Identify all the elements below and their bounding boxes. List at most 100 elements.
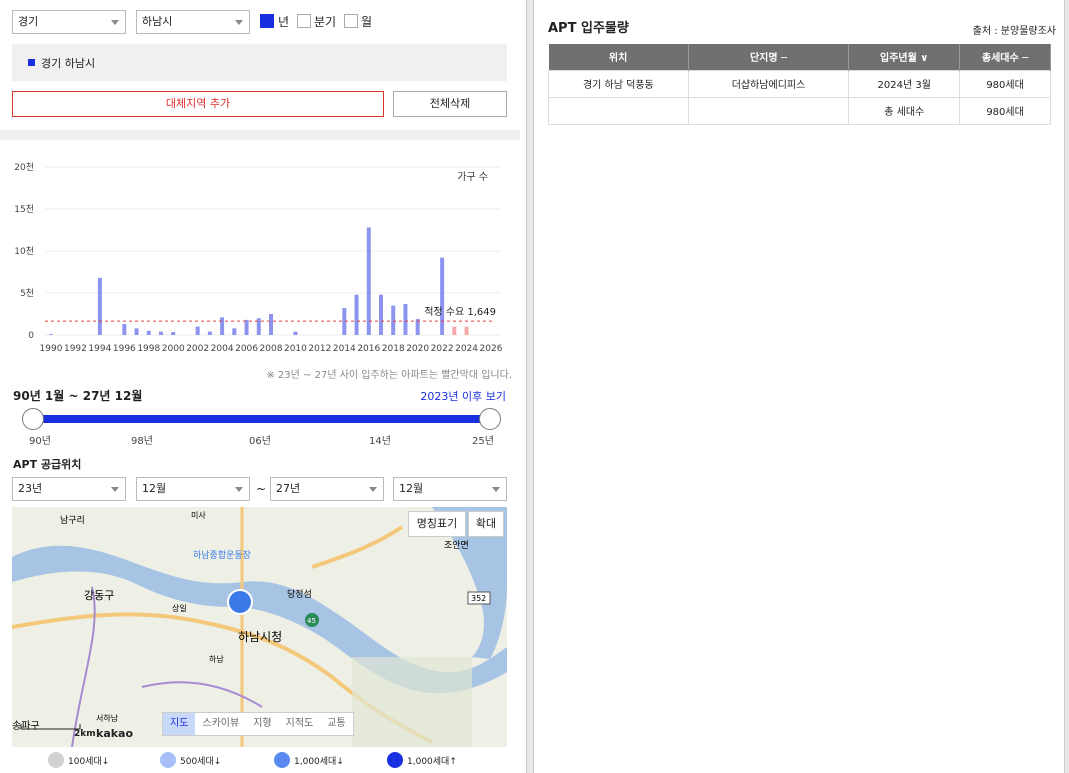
road-badge-label: 352: [471, 594, 486, 603]
region-color-square-icon: [28, 59, 35, 66]
column-complex[interactable]: 단지명 ─: [688, 44, 850, 70]
from-year-value: 23년: [18, 482, 43, 495]
x-tick-label: 2026: [480, 344, 503, 354]
bar: [269, 314, 273, 335]
range-end-handle[interactable]: [479, 408, 501, 430]
right-panel: APT 입주물량 출처 : 분양물량조사 위치 단지명 ─ 입주년월 ∨ 총세대…: [533, 0, 1065, 773]
from-month-select[interactable]: 12월: [136, 477, 250, 501]
map-type-map[interactable]: 지도: [163, 713, 196, 735]
range-tick: 90년: [29, 436, 51, 447]
bar: [97, 277, 102, 335]
map-type-switcher: 지도 스카이뷰 지형 지적도 교통: [162, 712, 354, 736]
x-tick-label: 2008: [260, 344, 283, 354]
map-place-label: 하남: [209, 654, 224, 664]
y-tick-label: 5천: [20, 288, 34, 299]
total-label: 총 세대수: [848, 96, 961, 125]
map-base: 352 45 하남시청 강동구 하남종합운동장 당정섬 조안면 상일 하남 미사…: [12, 507, 507, 747]
map-legend: 100세대↓ 500세대↓ 1,000세대↓ 1,000세대↑: [0, 752, 520, 773]
x-tick-label: 2000: [162, 344, 185, 354]
chevron-down-icon: [111, 487, 119, 492]
pin-icon: [387, 752, 403, 768]
period-year-label: 년: [278, 15, 290, 29]
to-year-value: 27년: [276, 482, 301, 495]
map-scale-label: 2km: [74, 729, 96, 739]
range-separator: ~: [256, 482, 267, 496]
legend-label: 1,000세대↑: [407, 757, 457, 767]
column-households[interactable]: 총세대수 ─: [959, 44, 1051, 70]
province-select-value: 경기: [18, 15, 39, 28]
bar: [122, 324, 127, 335]
unit-label: 가구 수: [457, 171, 488, 183]
map-type-cadastral[interactable]: 지적도: [279, 713, 321, 735]
range-tick: 98년: [131, 436, 153, 447]
bar: [354, 294, 359, 335]
zoom-button[interactable]: 확대: [468, 511, 504, 537]
bar: [366, 227, 371, 335]
map-view[interactable]: 352 45 하남시청 강동구 하남종합운동장 당정섬 조안면 상일 하남 미사…: [12, 507, 507, 747]
supply-location-title: APT 공급위치: [13, 458, 82, 471]
x-tick-label: 1990: [40, 344, 63, 354]
x-tick-label: 2010: [284, 344, 307, 354]
map-place-label: 서하남: [96, 713, 119, 723]
map-place-label: 하남시청: [238, 630, 282, 644]
period-quarter-checkbox[interactable]: [297, 14, 311, 28]
road-badge-label: 45: [307, 617, 316, 625]
x-tick-label: 2002: [186, 344, 209, 354]
show-names-button[interactable]: 명칭표기: [408, 511, 466, 537]
delete-all-button[interactable]: 전체삭제: [393, 91, 507, 117]
map-place-label: 강동구: [84, 589, 114, 602]
view-after-2023-link[interactable]: 2023년 이후 보기: [420, 388, 506, 404]
period-month-label: 월: [361, 15, 373, 29]
x-tick-label: 2016: [357, 344, 380, 354]
legend-label: 1,000세대↓: [294, 757, 344, 767]
range-label: 90년 1월 ~ 27년 12월: [13, 389, 143, 403]
page-frame: 경기 하남시 년 분기 월 경기 하남시 대체지역 추가 전체삭제 0 5천 10천…: [0, 0, 1069, 773]
bar: [391, 305, 396, 335]
map-type-skyview[interactable]: 스카이뷰: [195, 713, 246, 735]
reference-line-label: 적정 수요 1,649: [424, 306, 496, 318]
cell-households: 980세대: [959, 69, 1051, 98]
total-row: 총 세대수 980세대: [548, 96, 1051, 125]
year-range-slider[interactable]: [33, 415, 489, 423]
bar: [195, 326, 200, 335]
city-select-value: 하남시: [142, 15, 173, 28]
cell-empty: [548, 96, 689, 125]
column-move-in-date[interactable]: 입주년월 ∨: [848, 44, 961, 70]
map-place-label: 미사: [191, 511, 206, 520]
pin-icon: [160, 752, 176, 768]
map-place-label: 조안면: [444, 540, 469, 551]
x-tick-label: 1996: [113, 344, 136, 354]
to-year-select[interactable]: 27년: [270, 477, 384, 501]
bar: [146, 330, 151, 335]
from-year-select[interactable]: 23년: [12, 477, 126, 501]
x-tick-label: 2004: [211, 344, 234, 354]
column-location[interactable]: 위치: [548, 44, 689, 70]
x-tick-label: 2012: [308, 344, 331, 354]
map-type-terrain[interactable]: 지형: [246, 713, 278, 735]
bar: [134, 328, 139, 335]
pin-icon: [48, 752, 64, 768]
map-type-traffic[interactable]: 교통: [320, 713, 352, 735]
x-tick-label: 2018: [382, 344, 405, 354]
pin-icon: [274, 752, 290, 768]
map-brand: kakao: [96, 727, 134, 740]
bar: [464, 326, 469, 335]
x-tick-label: 2006: [235, 344, 258, 354]
chevron-down-icon: [369, 487, 377, 492]
bar: [207, 331, 212, 335]
bar: [244, 319, 249, 335]
period-year-checkbox[interactable]: [260, 14, 274, 28]
range-tick: 14년: [369, 436, 391, 447]
city-select[interactable]: 하남시: [136, 10, 250, 34]
range-start-handle[interactable]: [22, 408, 44, 430]
add-region-button[interactable]: 대체지역 추가: [12, 91, 384, 117]
y-tick-label: 20천: [14, 162, 34, 173]
table-row[interactable]: 경기 하남 덕풍동 더샵하남에디피스 2024년 3월 980세대: [548, 69, 1051, 98]
period-quarter-label: 분기: [314, 15, 337, 29]
province-select[interactable]: 경기: [12, 10, 126, 34]
x-tick-label: 1994: [88, 344, 111, 354]
legend-label: 500세대↓: [180, 757, 222, 767]
apartment-marker[interactable]: [227, 589, 253, 615]
period-month-checkbox[interactable]: [344, 14, 358, 28]
to-month-select[interactable]: 12월: [393, 477, 507, 501]
